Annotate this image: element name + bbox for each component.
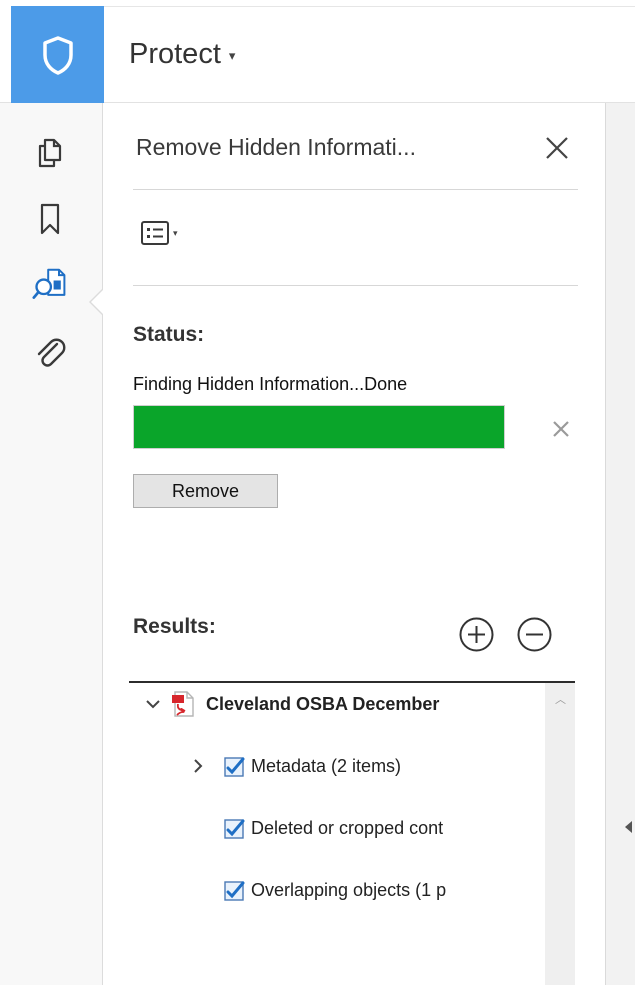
tree-item-label: Metadata (2 items) bbox=[251, 755, 402, 776]
tree-item-label: Deleted or cropped cont bbox=[251, 817, 444, 838]
protect-tool-tile[interactable] bbox=[11, 6, 104, 103]
close-panel-button[interactable] bbox=[536, 127, 578, 169]
document-edge bbox=[605, 103, 635, 985]
search-document-icon bbox=[32, 268, 66, 299]
pdf-file-icon bbox=[172, 691, 194, 717]
close-icon bbox=[546, 137, 568, 159]
remove-hidden-info-panel: Remove Hidden Informati... ▾ Status: Fin… bbox=[103, 103, 605, 985]
status-text: Finding Hidden Information...Done bbox=[133, 374, 408, 394]
caret-down-icon: ▾ bbox=[228, 47, 236, 63]
collapse-pane-icon[interactable] bbox=[625, 821, 632, 833]
chevron-down-icon[interactable] bbox=[140, 691, 166, 717]
collapse-all-button[interactable] bbox=[516, 616, 553, 653]
caret-down-icon: ▾ bbox=[173, 227, 178, 238]
options-row: ▾ bbox=[133, 190, 578, 286]
list-options-icon bbox=[141, 221, 169, 245]
remove-button[interactable]: Remove bbox=[133, 474, 278, 508]
hidden-info-button[interactable] bbox=[32, 267, 68, 303]
panel-header: Remove Hidden Informati... bbox=[133, 127, 578, 190]
tool-title-label: Protect bbox=[129, 38, 221, 70]
tree-item-metadata[interactable]: Metadata (2 items) bbox=[185, 749, 401, 783]
navigation-rail bbox=[0, 103, 103, 985]
checkbox-checked-icon[interactable] bbox=[224, 756, 245, 777]
tree-item-overlapping-objects[interactable]: Overlapping objects (1 p bbox=[224, 873, 446, 907]
top-divider bbox=[104, 6, 635, 7]
bookmarks-button[interactable] bbox=[32, 201, 68, 237]
attachments-button[interactable] bbox=[32, 335, 68, 371]
bookmark-icon bbox=[40, 203, 60, 235]
tree-root-label: Cleveland OSBA December bbox=[206, 693, 440, 714]
active-panel-pointer-inner bbox=[91, 290, 103, 314]
pages-icon bbox=[38, 138, 62, 168]
plus-circle-icon bbox=[459, 617, 494, 652]
panel-title: Remove Hidden Informati... bbox=[136, 134, 416, 160]
cancel-search-button[interactable] bbox=[545, 413, 577, 445]
checkbox-checked-icon[interactable] bbox=[224, 818, 245, 839]
minus-circle-icon bbox=[517, 617, 552, 652]
results-tree: ︿ Cleveland OSBA December Metadata (2 it… bbox=[129, 681, 575, 985]
progress-bar bbox=[133, 405, 505, 449]
top-toolbar: Protect ▾ bbox=[0, 0, 635, 103]
pages-button[interactable] bbox=[32, 135, 68, 171]
shield-icon bbox=[42, 35, 73, 75]
results-heading: Results: bbox=[133, 615, 216, 638]
close-icon bbox=[553, 421, 569, 437]
tool-menu-button[interactable]: Protect ▾ bbox=[129, 38, 235, 71]
status-heading: Status: bbox=[133, 323, 205, 346]
chevron-right-icon[interactable] bbox=[185, 753, 211, 779]
panel-options-button[interactable]: ▾ bbox=[140, 220, 178, 246]
scroll-up-icon[interactable]: ︿ bbox=[555, 691, 566, 707]
expand-all-button[interactable] bbox=[458, 616, 495, 653]
tree-scrollbar[interactable]: ︿ bbox=[545, 683, 575, 985]
progress-fill bbox=[134, 406, 504, 448]
tree-root-row[interactable]: Cleveland OSBA December bbox=[140, 687, 439, 721]
checkbox-checked-icon[interactable] bbox=[224, 880, 245, 901]
tree-item-label: Overlapping objects (1 p bbox=[251, 879, 447, 900]
tree-item-deleted-content[interactable]: Deleted or cropped cont bbox=[224, 811, 443, 845]
paperclip-icon bbox=[37, 338, 66, 367]
